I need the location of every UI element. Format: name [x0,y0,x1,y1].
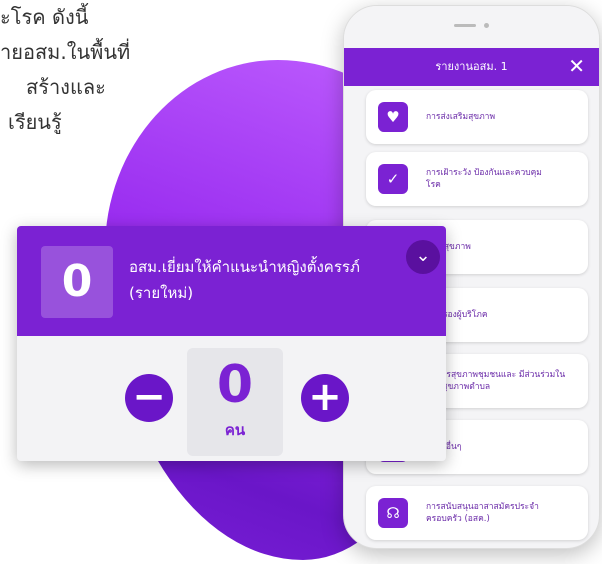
close-icon[interactable]: ✕ [568,48,585,84]
heart-hand-icon: ♥ [378,102,408,132]
stepper-value: 0 [216,355,254,415]
menu-item-label: การส่งเสริมสุขภาพ [426,112,496,122]
quantity-stepper: − 0 คน + [17,336,446,461]
phone-top-bezel [344,6,599,48]
increment-button[interactable]: + [301,374,349,422]
paragraph-line: ายอสม.ในพื้นที่ [0,40,131,64]
count-badge: 0 [41,246,113,318]
paragraph-line: ะโรค ดังนี้ [0,5,89,29]
menu-item-label: การสนับสนุนอาสาสมัครประจำ ครอบครัว (อสค.… [426,502,539,524]
shield-check-icon: ✓ [378,164,408,194]
decrement-button[interactable]: − [125,374,173,422]
menu-item-label: การเฝ้าระวัง ป้องกันและควบคุมโรค [426,168,542,190]
paragraph-line: เรียนรู้ [8,110,62,134]
background-paragraph: ะโรค ดังนี้ ายอสม.ในพื้นที่ สร้างและ เรี… [0,0,130,140]
menu-item-family-volunteer[interactable]: ☊ การสนับสนุนอาสาสมัครประจำ ครอบครัว (อส… [366,486,588,540]
menu-item-label: จัดการสุขภาพชุมชนและ มีส่วนร่วมในแผนสุขภ… [426,370,566,392]
headset-icon: ☊ [378,498,408,528]
card-title: อสม.เยี่ยมให้คำแนะนำหญิงตั้งครรภ์ (รายให… [129,258,360,302]
stepper-value-box: 0 คน [187,348,283,456]
stepper-unit: คน [224,421,246,439]
speaker-notch [454,24,476,27]
menu-item-disease-surveillance[interactable]: ✓ การเฝ้าระวัง ป้องกันและควบคุมโรค [366,152,588,206]
menu-item-health-promotion[interactable]: ♥ การส่งเสริมสุขภาพ [366,90,588,144]
phone-header: รายงานอสม. 1 ✕ [344,48,599,86]
phone-header-title: รายงานอสม. 1 [435,60,508,73]
paragraph-line: สร้างและ [26,75,106,99]
chevron-down-icon[interactable]: ⌄ [406,240,440,274]
camera-dot [484,23,489,28]
card-header: 0 อสม.เยี่ยมให้คำแนะนำหญิงตั้งครรภ์ (ราย… [17,226,446,336]
report-counter-card: 0 อสม.เยี่ยมให้คำแนะนำหญิงตั้งครรภ์ (ราย… [17,226,446,461]
